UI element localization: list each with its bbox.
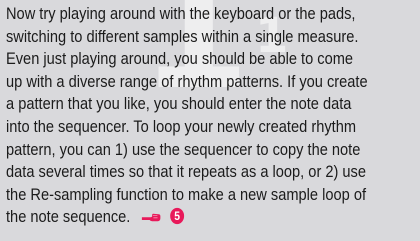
- paragraph-line-text: the note sequence.: [6, 207, 131, 227]
- step-number: 5: [174, 211, 180, 224]
- pointing-hand-icon: [141, 208, 163, 231]
- instruction-paragraph: Now try playing around with the keyboard…: [6, 3, 420, 232]
- paragraph-line: Even just playing around, you should be …: [6, 49, 354, 69]
- paragraph-line: pattern, you can 1) use the sequencer to…: [6, 139, 361, 159]
- paragraph-line: switching to different samples within a …: [6, 26, 359, 46]
- paragraph-line: Now try playing around with the keyboard…: [6, 4, 356, 23]
- paragraph-line: a pattern that you like, you should ente…: [6, 94, 352, 114]
- paragraph-line: data several times so that it repeats as…: [6, 162, 367, 182]
- paragraph-last-line: the note sequence. 5: [6, 206, 362, 232]
- paragraph-line: up with a diverse range of rhythm patter…: [6, 71, 368, 91]
- circled-number-icon: 5: [169, 207, 185, 232]
- paragraph-line: the Re-sampling function to make a new s…: [6, 184, 367, 204]
- paragraph-line: into the sequencer. To loop your newly c…: [6, 116, 357, 136]
